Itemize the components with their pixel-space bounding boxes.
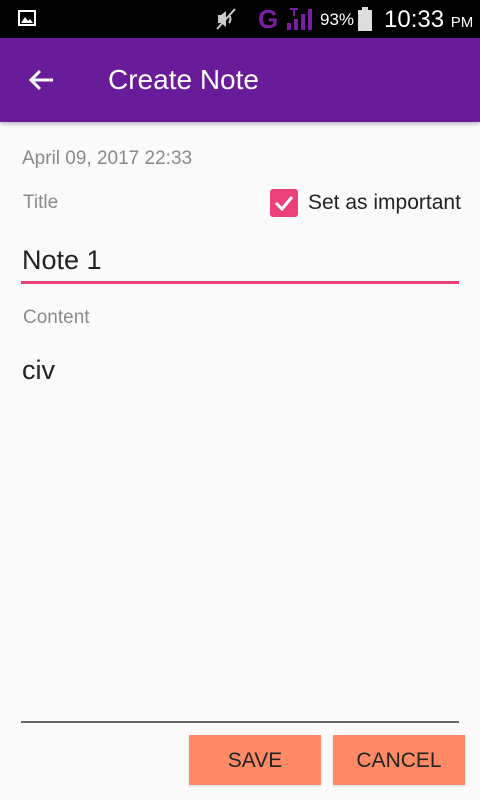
battery-percent: 93% — [320, 10, 355, 29]
back-button[interactable] — [22, 60, 62, 100]
checkmark-icon — [274, 196, 294, 212]
note-date: April 09, 2017 22:33 — [22, 148, 193, 169]
mute-icon — [216, 8, 236, 30]
arrow-back-icon — [28, 69, 53, 91]
title-label: Title — [23, 192, 59, 213]
important-label: Set as important — [308, 191, 461, 214]
cancel-button[interactable]: CANCEL — [333, 735, 465, 785]
clock-ampm: PM — [450, 14, 474, 31]
clock-time: 10:33 — [384, 6, 445, 33]
clock: 10:33 PM — [384, 6, 473, 34]
title-input[interactable] — [21, 240, 459, 284]
save-button[interactable]: SAVE — [189, 735, 321, 785]
signal-icon — [287, 8, 312, 30]
status-bar: G 93% 10:33 PM — [0, 0, 480, 38]
network-type: G — [258, 4, 278, 34]
battery-icon — [358, 7, 372, 31]
gallery-icon — [18, 10, 36, 26]
content-label: Content — [23, 307, 90, 328]
app-bar: Create Note — [0, 38, 480, 122]
page-title: Create Note — [108, 64, 259, 95]
content-input[interactable]: civ — [21, 355, 459, 723]
important-checkbox[interactable] — [270, 189, 298, 217]
